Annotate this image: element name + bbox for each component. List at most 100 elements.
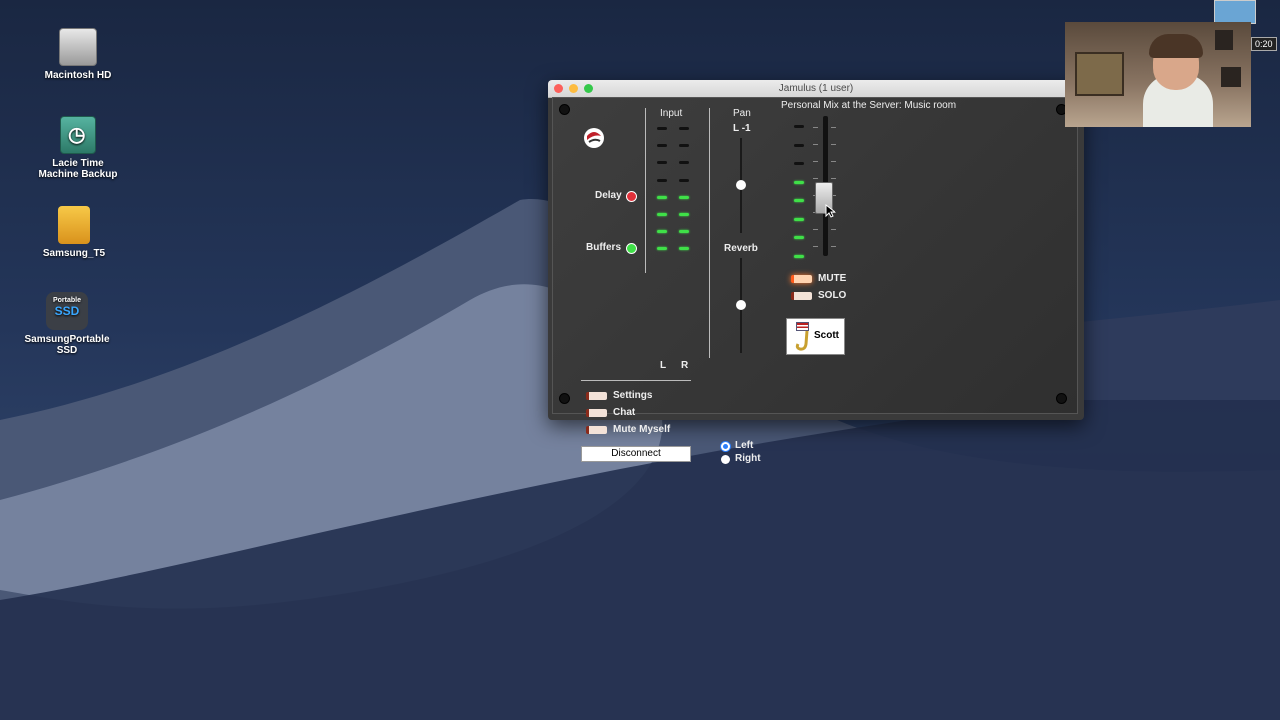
meter-segment [679,178,689,182]
reverb-left-radio[interactable] [721,442,730,451]
meter-segment [657,144,667,148]
screw-icon [559,104,570,115]
fader-tick [831,144,836,145]
cursor-icon [825,204,835,218]
meter-segment [794,199,804,202]
buffers-led-icon [626,243,637,254]
fader-tick [831,161,836,162]
external-drive-icon [58,206,90,244]
delay-label: Delay [595,190,622,201]
disconnect-button[interactable]: Disconnect [581,446,691,462]
ssd-icon: Portable SSD [46,292,88,330]
meter-left-label: L [660,360,667,371]
mute-myself-button[interactable]: Mute Myself [586,424,670,435]
toggle-icon [586,408,607,417]
meter-segment [794,180,804,184]
pan-slider-knob[interactable] [736,180,746,190]
input-label: Input [660,108,683,119]
meter-segment [657,213,667,216]
toggle-icon [586,391,607,400]
fader-tick [813,178,818,179]
settings-label: Settings [613,390,653,401]
meter-segment [794,125,804,128]
reverb-right-radio[interactable] [721,455,730,464]
channel-solo-label: SOLO [818,290,847,301]
meter-segment [794,162,804,165]
pan-value: L -1 [733,123,751,134]
buffers-label: Buffers [586,242,622,253]
desktop-icon-lacie[interactable]: Lacie Time Machine Backup [28,116,128,180]
chat-label: Chat [613,407,636,418]
meter-segment [657,247,667,251]
screw-icon [559,393,570,404]
meter-segment [657,230,667,234]
fader-tick [813,246,818,247]
minimize-icon[interactable] [569,84,578,93]
meter-segment [679,144,689,148]
meter-segment [679,195,689,199]
desktop-icon-macintosh-hd[interactable]: Macintosh HD [28,28,128,81]
fader-tick [831,229,836,230]
toggle-icon [586,425,607,434]
meter-segment [657,178,667,182]
divider [709,108,710,358]
channel-mute-button[interactable]: MUTE [791,273,846,284]
channel-nameplate[interactable]: Scott [786,318,845,355]
meter-segment [794,236,804,239]
meter-segment [679,247,689,251]
ssd-icon-top: Portable [52,297,81,304]
desktop-icon-label: Macintosh HD [44,70,112,81]
fader-tick [831,178,836,179]
jamulus-window: Jamulus (1 user) Delay Buffers Input L R… [548,80,1084,464]
desktop-icon-label: Lacie Time Machine Backup [38,158,118,180]
channel-solo-button[interactable]: SOLO [791,290,846,301]
mute-myself-label: Mute Myself [613,424,671,435]
channel-name: Scott [814,330,839,341]
fader-tick [831,246,836,247]
fader-tick [813,161,818,162]
toggle-icon [791,274,812,283]
hard-drive-icon [59,28,97,66]
screw-icon [1056,393,1067,404]
meter-segment [679,127,689,130]
zoom-icon[interactable] [584,84,593,93]
meter-segment [657,161,667,165]
toggle-icon [791,291,812,300]
reverb-left-label: Left [735,440,754,451]
meter-right-label: R [681,360,689,371]
meter-segment [679,230,689,234]
time-machine-icon [60,116,96,154]
webcam-preview [1065,22,1251,127]
desktop-icon-samsung-t5[interactable]: Samsung_T5 [24,206,124,259]
meter-segment [657,127,667,130]
video-timer: 0:20 [1251,37,1277,51]
meter-segment [657,195,667,199]
fader-tick [831,127,836,128]
meter-segment [794,254,804,258]
close-icon[interactable] [554,84,563,93]
video-thumbnail[interactable] [1214,0,1256,24]
meter-segment [794,217,804,221]
meter-segment [794,143,804,147]
divider [581,380,691,381]
delay-led-icon [626,191,637,202]
meter-segment [679,213,689,216]
fader-tick [813,127,818,128]
title-bar[interactable]: Jamulus (1 user) [548,80,1084,98]
fader-tick [813,144,818,145]
window-title: Jamulus (1 user) [778,83,854,94]
desktop-icon-label: Samsung_T5 [42,248,106,259]
meter-segment [679,161,689,165]
channel-mute-label: MUTE [818,273,847,284]
settings-button[interactable]: Settings [586,390,652,401]
desktop-icon-label: SamsungPortable SSD [24,334,110,356]
reverb-slider-knob[interactable] [736,300,746,310]
chat-button[interactable]: Chat [586,407,635,418]
main-panel: Delay Buffers Input L R Settings Chat Mu… [552,97,1078,464]
desktop-icon-samsung-portable-ssd[interactable]: Portable SSD SamsungPortable SSD [17,292,117,356]
divider [645,108,646,273]
reverb-right-label: Right [735,453,761,464]
mix-title: Personal Mix at the Server: Music room [781,100,957,111]
saxophone-icon [795,330,809,351]
pan-label: Pan [733,108,751,119]
